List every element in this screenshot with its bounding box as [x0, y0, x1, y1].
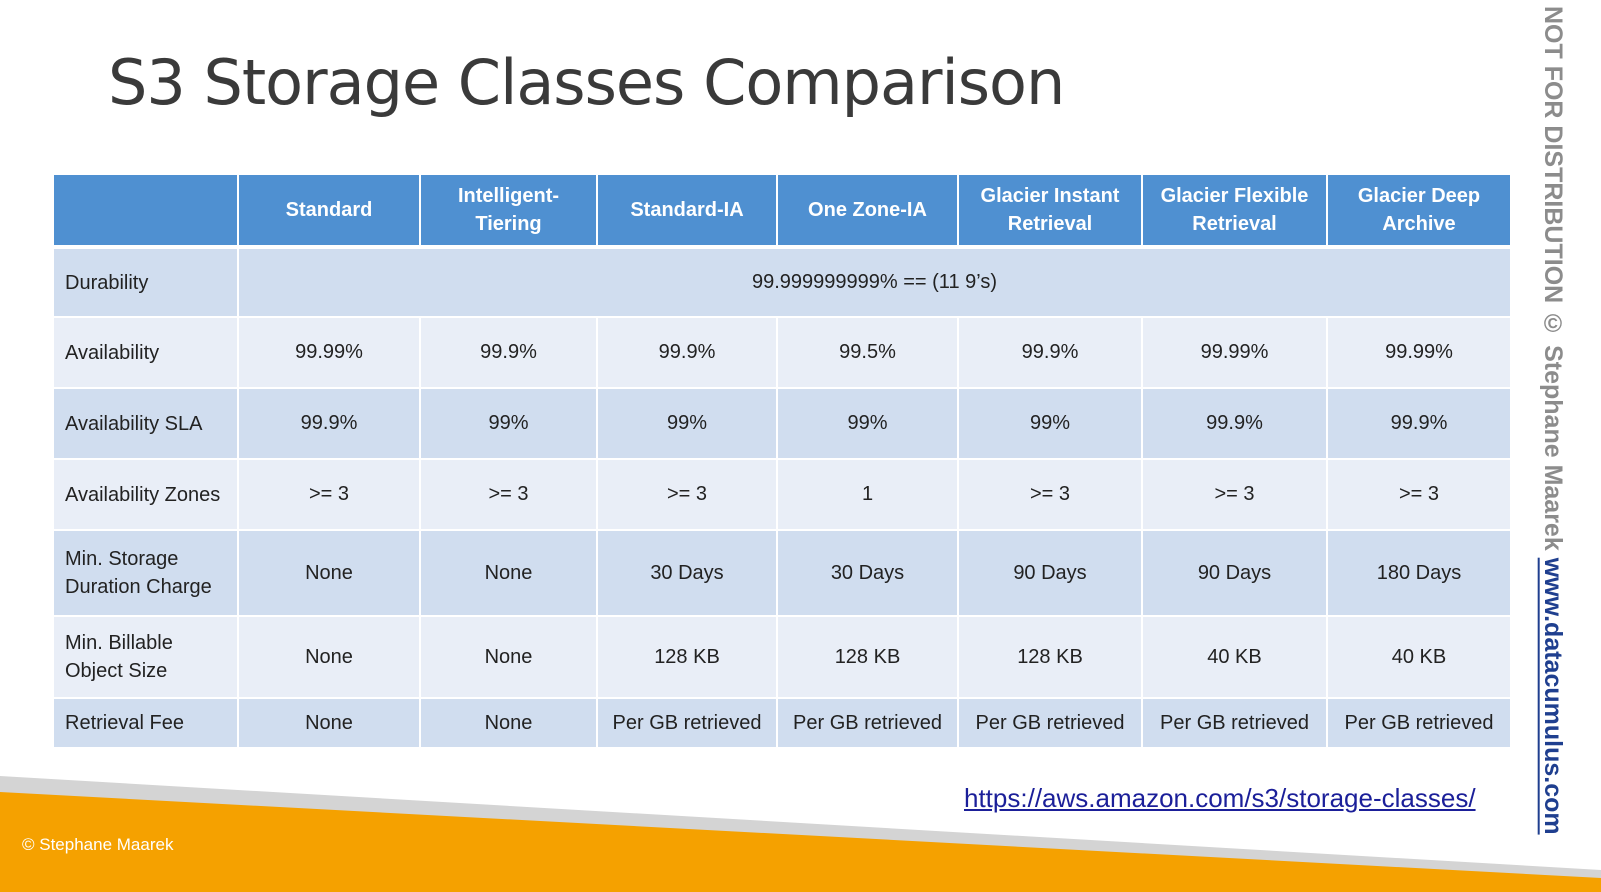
- table-cell: None: [419, 615, 598, 699]
- storage-classes-table: Standard Intelligent-Tiering Standard-IA…: [52, 173, 1512, 749]
- table-cell: 99.9%: [596, 316, 778, 389]
- table-cell: >= 3: [1141, 458, 1328, 531]
- table-cell: Per GB retrieved: [957, 697, 1143, 749]
- table-cell: 99%: [776, 387, 959, 460]
- table-cell: 40 KB: [1326, 615, 1512, 699]
- table-cell: None: [419, 529, 598, 617]
- table-row: Availability SLA 99.9% 99% 99% 99% 99% 9…: [52, 387, 1512, 460]
- header-cell-glacier-flexible: Glacier Flexible Retrieval: [1141, 173, 1328, 249]
- watermark-notice: NOT FOR DISTRIBUTION © Stephane Maarek: [1539, 6, 1567, 558]
- table-cell: 1: [776, 458, 959, 531]
- header-cell-glacier-instant: Glacier Instant Retrieval: [957, 173, 1143, 249]
- table-cell: 99%: [419, 387, 598, 460]
- table-row: Min. Storage Duration Charge None None 3…: [52, 529, 1512, 617]
- table-cell: None: [237, 697, 421, 749]
- row-label: Availability: [52, 316, 239, 389]
- table-cell: >= 3: [419, 458, 598, 531]
- copyright-text: © Stephane Maarek: [22, 835, 174, 854]
- table-cell: 128 KB: [596, 615, 778, 699]
- header-cell-standard-ia: Standard-IA: [596, 173, 778, 249]
- table-cell: >= 3: [1326, 458, 1512, 531]
- table-cell: Per GB retrieved: [596, 697, 778, 749]
- table-cell: >= 3: [596, 458, 778, 531]
- slide-title: S3 Storage Classes Comparison: [108, 46, 1065, 119]
- table-cell: 99.9%: [1326, 387, 1512, 460]
- table-cell: None: [237, 529, 421, 617]
- table-cell: Per GB retrieved: [1326, 697, 1512, 749]
- table-cell: 99.99%: [237, 316, 421, 389]
- row-label: Durability: [52, 246, 239, 318]
- durability-value: 99.999999999% == (11 9’s): [237, 246, 1512, 318]
- table-row: Availability 99.99% 99.9% 99.9% 99.5% 99…: [52, 316, 1512, 389]
- table-cell: >= 3: [957, 458, 1143, 531]
- table-cell: 99.99%: [1141, 316, 1328, 389]
- row-label: Availability SLA: [52, 387, 239, 460]
- table-cell: 99.99%: [1326, 316, 1512, 389]
- table-cell: 99.9%: [419, 316, 598, 389]
- table-cell: None: [419, 697, 598, 749]
- table-cell: Per GB retrieved: [1141, 697, 1328, 749]
- table-cell: 128 KB: [957, 615, 1143, 699]
- row-label: Min. Billable Object Size: [52, 615, 239, 699]
- table-cell: 30 Days: [596, 529, 778, 617]
- table-cell: 90 Days: [1141, 529, 1328, 617]
- header-cell-glacier-deep-archive: Glacier Deep Archive: [1326, 173, 1512, 249]
- watermark-site-link[interactable]: www.datacumulus.com: [1539, 558, 1567, 835]
- table-row: Retrieval Fee None None Per GB retrieved…: [52, 697, 1512, 749]
- table-cell: 99.9%: [1141, 387, 1328, 460]
- table-cell: 40 KB: [1141, 615, 1328, 699]
- table-cell: 30 Days: [776, 529, 959, 617]
- table-cell: 180 Days: [1326, 529, 1512, 617]
- table-cell: 99.9%: [237, 387, 421, 460]
- table-cell: 99.9%: [957, 316, 1143, 389]
- row-label: Min. Storage Duration Charge: [52, 529, 239, 617]
- table-cell: 99.5%: [776, 316, 959, 389]
- table-cell: 99%: [596, 387, 778, 460]
- table-cell: 90 Days: [957, 529, 1143, 617]
- storage-classes-link[interactable]: https://aws.amazon.com/s3/storage-classe…: [964, 783, 1476, 814]
- table-cell: None: [237, 615, 421, 699]
- table-cell: >= 3: [237, 458, 421, 531]
- header-cell-intelligent-tiering: Intelligent-Tiering: [419, 173, 598, 249]
- table-row: Availability Zones >= 3 >= 3 >= 3 1 >= 3…: [52, 458, 1512, 531]
- header-cell-one-zone-ia: One Zone-IA: [776, 173, 959, 249]
- row-label: Retrieval Fee: [52, 697, 239, 749]
- table-row: Min. Billable Object Size None None 128 …: [52, 615, 1512, 699]
- table-cell: 99%: [957, 387, 1143, 460]
- table-cell: 128 KB: [776, 615, 959, 699]
- table-cell: Per GB retrieved: [776, 697, 959, 749]
- header-cell-corner: [52, 173, 239, 249]
- row-label: Availability Zones: [52, 458, 239, 531]
- side-watermark: NOT FOR DISTRIBUTION © Stephane Maarek w…: [1538, 6, 1568, 856]
- header-cell-standard: Standard: [237, 173, 421, 249]
- table-header-row: Standard Intelligent-Tiering Standard-IA…: [52, 173, 1512, 249]
- table-row-durability: Durability 99.999999999% == (11 9’s): [52, 246, 1512, 318]
